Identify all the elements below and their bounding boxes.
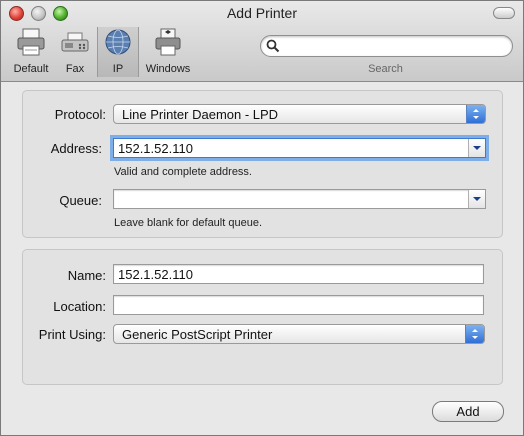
toolbar-windows-button[interactable]: Windows (141, 27, 195, 77)
address-label: Address: (50, 141, 102, 156)
name-label: Name: (67, 268, 106, 283)
add-button[interactable]: Add (432, 401, 504, 422)
queue-label: Queue: (59, 193, 102, 208)
toolbar-ip-button[interactable]: IP (97, 27, 139, 77)
queue-hint: Leave blank for default queue. (114, 217, 263, 229)
popup-arrows-icon (465, 325, 484, 343)
toolbar-ip-label: IP (112, 63, 124, 75)
queue-field[interactable] (113, 189, 486, 209)
name-value: 152.1.52.110 (118, 267, 193, 282)
print-using-label: Print Using: (38, 327, 106, 342)
toolbar-default-button[interactable]: Default (7, 27, 55, 77)
search-label: Search (368, 63, 403, 75)
location-label: Location: (53, 299, 106, 314)
name-field[interactable]: 152.1.52.110 (113, 264, 484, 284)
print-using-popup[interactable]: Generic PostScript Printer (113, 324, 485, 344)
search-icon (266, 39, 280, 53)
toolbar-fax-button[interactable]: Fax (57, 27, 93, 77)
chevron-down-icon (473, 197, 481, 201)
location-field[interactable] (113, 295, 484, 315)
toolbar-default-label: Default (13, 63, 49, 75)
fax-icon (61, 32, 89, 52)
address-field[interactable]: 152.1.52.110 (113, 138, 486, 158)
printer-icon (17, 28, 45, 56)
address-dropdown-button[interactable] (468, 139, 485, 157)
toolbar: Add Printer Default Fax IP Windows Searc… (1, 1, 523, 82)
toolbar-fax-label: Fax (65, 63, 85, 75)
protocol-popup[interactable]: Line Printer Daemon - LPD (113, 104, 486, 124)
windows-printer-icon (155, 28, 181, 56)
protocol-value: Line Printer Daemon - LPD (122, 107, 279, 122)
popup-arrows-icon (466, 105, 485, 123)
chevron-down-icon (473, 146, 481, 150)
address-value: 152.1.52.110 (118, 141, 193, 156)
add-printer-window: Add Printer Default Fax IP Windows Searc… (0, 0, 524, 436)
toolbar-windows-label: Windows (145, 63, 191, 75)
globe-icon (105, 29, 131, 55)
protocol-label: Protocol: (54, 107, 106, 122)
toolbar-toggle-button[interactable] (493, 7, 515, 19)
queue-dropdown-button[interactable] (468, 190, 485, 208)
print-using-value: Generic PostScript Printer (122, 327, 273, 342)
window-title: Add Printer (226, 5, 298, 21)
address-hint: Valid and complete address. (114, 166, 252, 178)
search-field[interactable] (260, 35, 513, 57)
